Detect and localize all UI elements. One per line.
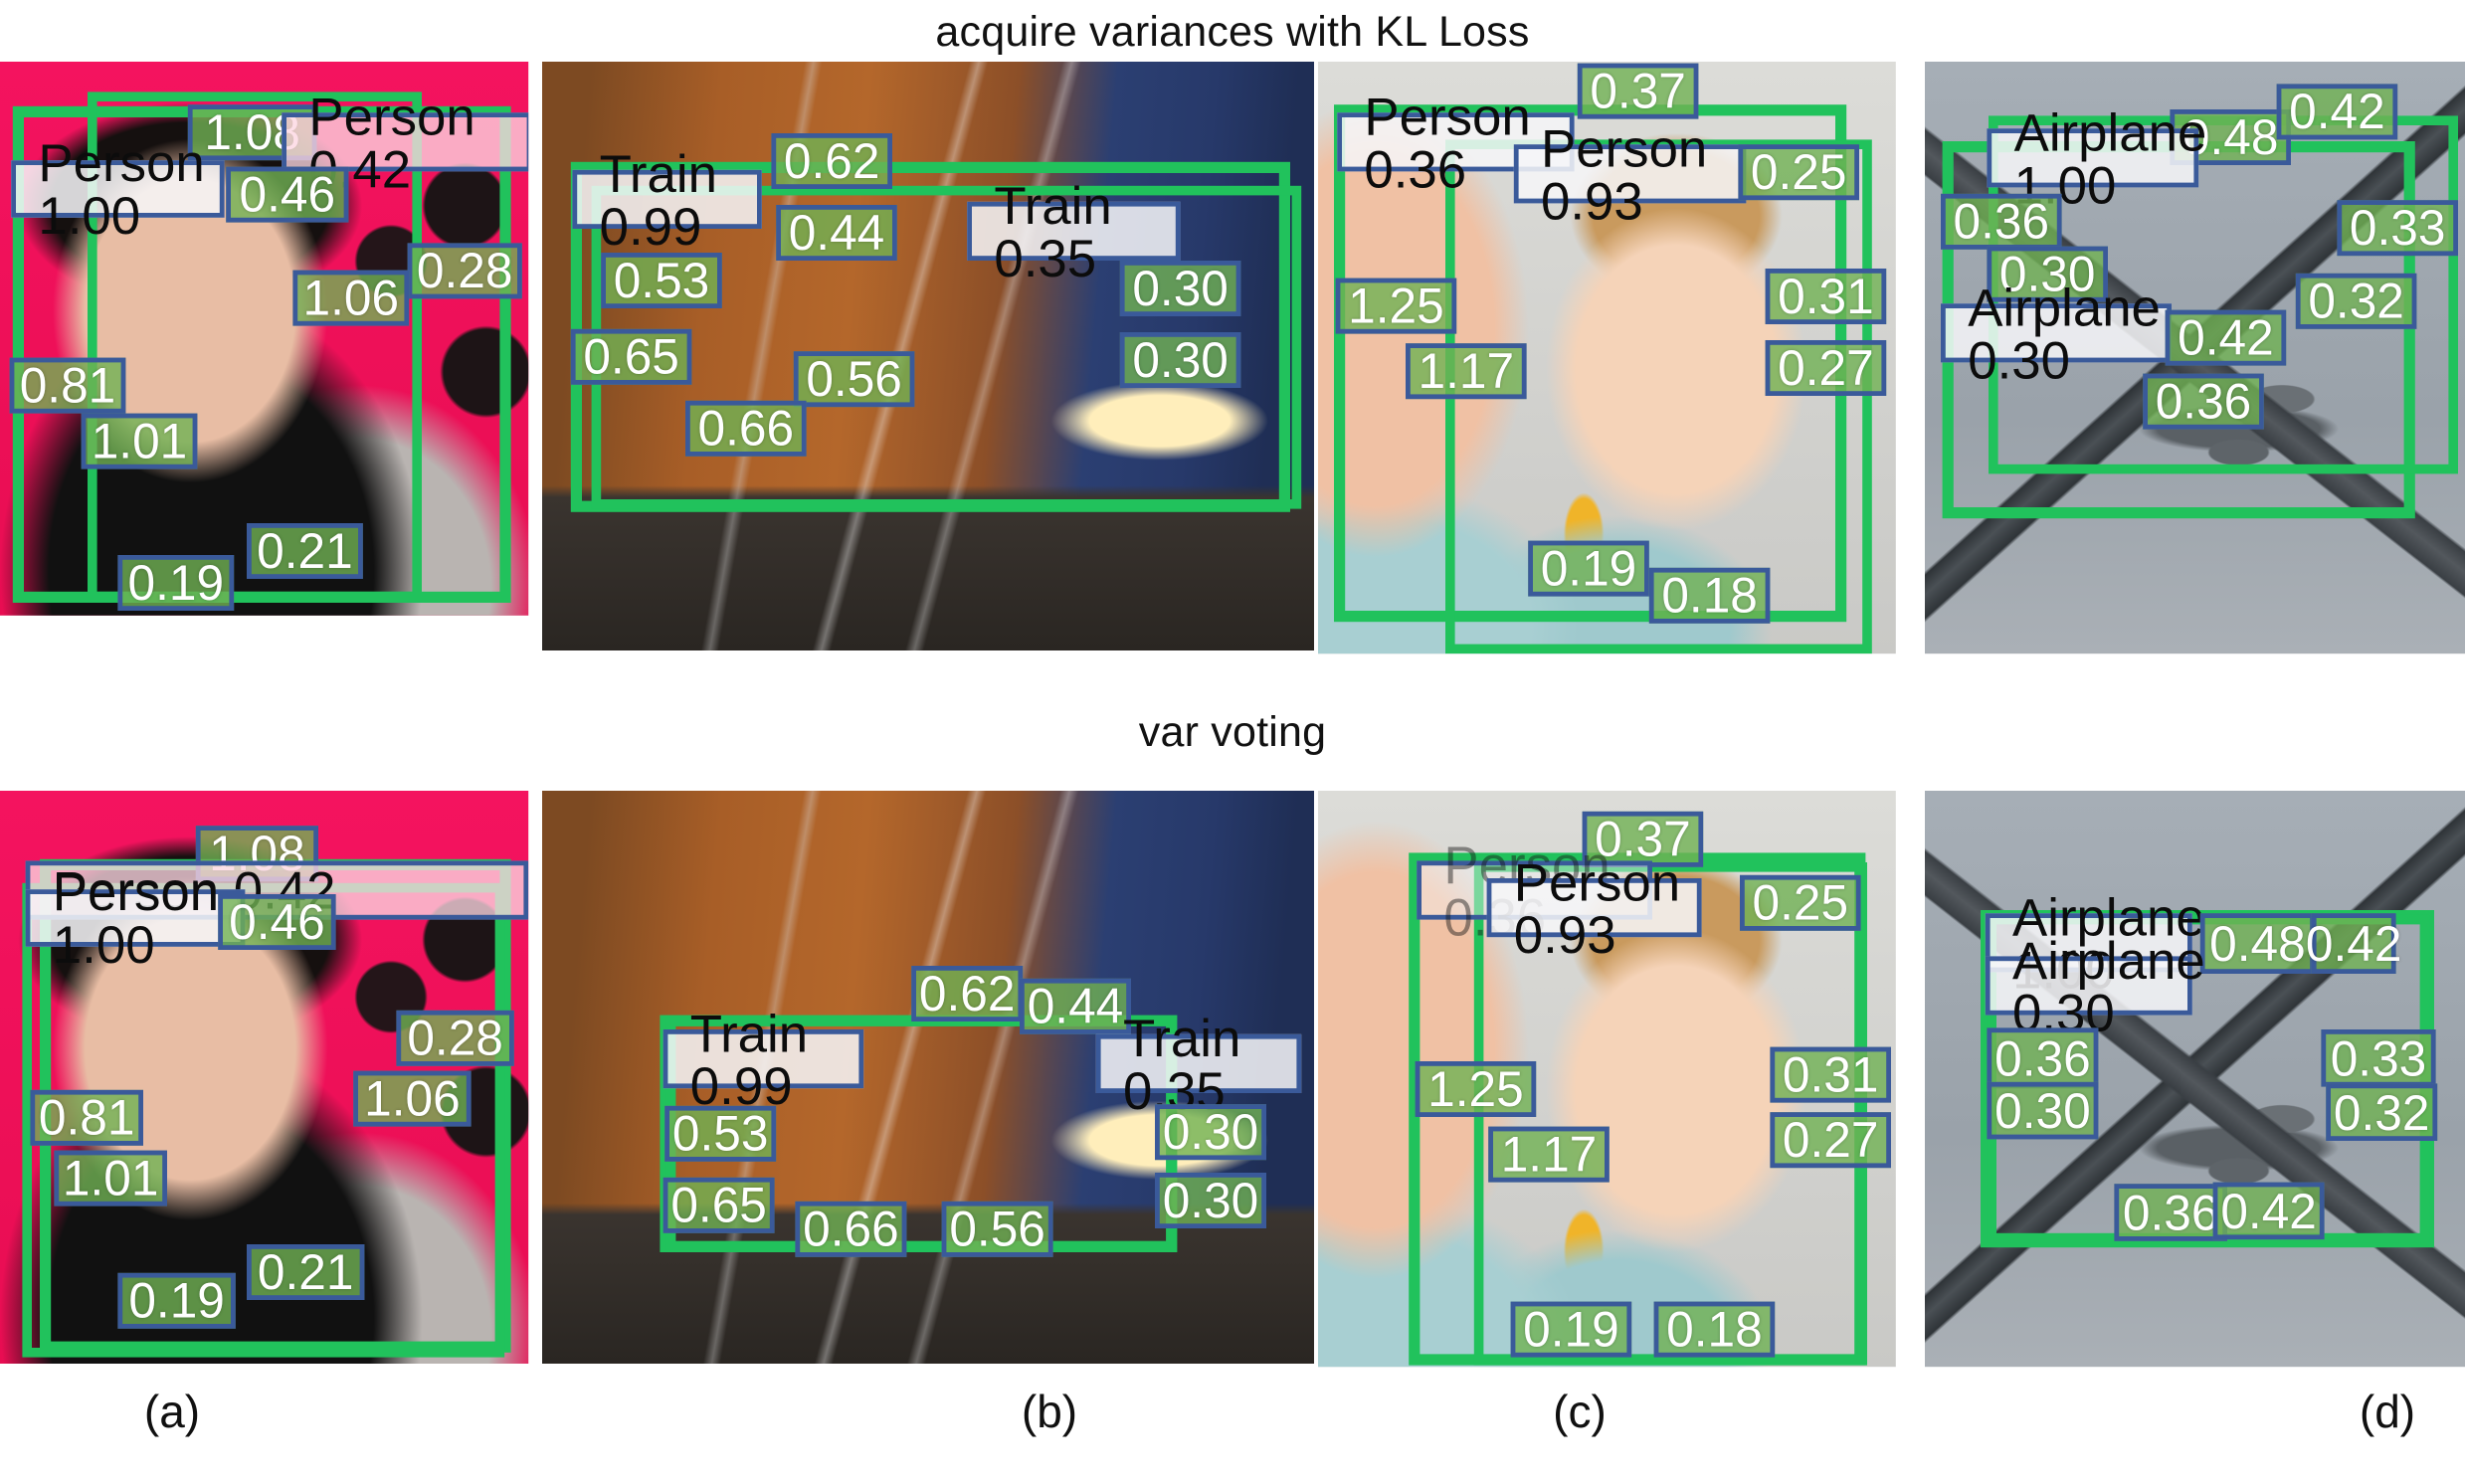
score-box: 0.27 xyxy=(1765,340,1887,396)
score-box: 0.56 xyxy=(941,1201,1053,1257)
label-box: Airplane 0.30 xyxy=(1985,933,2205,1038)
panel-bottom-b: 0.62 0.44 Train 0.99 Train 0.35 0.53 0.6… xyxy=(542,791,1314,1364)
score-box: 0.25 xyxy=(1738,144,1859,201)
score-box: 0.21 xyxy=(247,1244,365,1300)
score-box: 0.81 xyxy=(9,357,126,414)
score-box: 0.19 xyxy=(117,555,235,611)
panel-top-c: 0.37 Person 0.36 Person 0.93 0.25 1.25 1… xyxy=(1318,62,1896,654)
label-box: Person 1.00 xyxy=(11,136,225,242)
score-box: 0.31 xyxy=(1770,1046,1891,1103)
row-title-kl-loss: acquire variances with KL Loss xyxy=(935,8,1530,56)
score-box: 1.01 xyxy=(54,1150,167,1206)
label-box: Airplane 1.00 xyxy=(1987,105,2206,211)
label-box: Person 0.42 xyxy=(282,90,529,195)
score-box: 0.42 xyxy=(2212,1182,2325,1240)
score-box: 0.30 xyxy=(1155,1104,1266,1161)
score-box: 0.33 xyxy=(2321,1029,2436,1087)
score-box: 0.32 xyxy=(2326,1083,2438,1141)
caption-c: (c) xyxy=(1553,1386,1607,1437)
score-box: 0.30 xyxy=(1119,261,1241,316)
score-box: 0.46 xyxy=(226,166,349,223)
score-box: 0.65 xyxy=(663,1177,775,1233)
score-box: 0.28 xyxy=(407,243,522,299)
caption-d: (d) xyxy=(2359,1386,2416,1437)
label-box: Train 0.99 xyxy=(663,1007,864,1111)
score-box: 0.42 xyxy=(2165,309,2287,366)
score-box: 1.17 xyxy=(1406,343,1527,400)
score-box: 0.36 xyxy=(2143,373,2264,430)
panel-top-a: 1.08 Person 0.42 Person 1.00 0.46 0.28 1… xyxy=(0,62,529,616)
panel-bottom-c: 0.37 Person 0.36 Person 0.93 0.25 1.25 1… xyxy=(1318,791,1896,1368)
score-box: 0.18 xyxy=(1653,1301,1776,1358)
score-box: 0.62 xyxy=(771,133,892,189)
score-box: 1.17 xyxy=(1488,1126,1610,1183)
score-box: 0.81 xyxy=(30,1089,143,1146)
score-box: 0.28 xyxy=(396,1010,514,1066)
caption-b: (b) xyxy=(1021,1386,1078,1437)
panel-top-b: 0.62 Train 0.99 0.44 Train 0.35 0.53 0.6… xyxy=(542,62,1314,650)
score-box: 0.19 xyxy=(1510,1301,1632,1358)
score-box: 0.36 xyxy=(1987,1027,2099,1089)
score-box: 0.37 xyxy=(1577,63,1699,119)
score-box: 0.62 xyxy=(911,966,1024,1021)
score-box: 0.46 xyxy=(218,894,336,950)
score-box: 0.66 xyxy=(795,1201,907,1257)
score-box: 0.44 xyxy=(776,205,897,261)
score-box: 0.19 xyxy=(117,1272,236,1329)
label-box: Person 1.00 xyxy=(25,865,246,971)
label-box: Train 0.99 xyxy=(572,147,762,252)
score-box: 0.30 xyxy=(1987,1081,2099,1140)
label-box: Person 0.93 xyxy=(1513,121,1747,227)
score-box: 0.31 xyxy=(1765,269,1887,324)
score-box: 0.21 xyxy=(247,523,363,579)
score-box: 0.36 xyxy=(1941,193,2062,250)
panel-top-d: 0.48 0.42 Airplane 1.00 0.36 0.30 0.33 0… xyxy=(1925,62,2465,654)
score-box: 0.65 xyxy=(570,328,692,385)
score-box: 0.27 xyxy=(1770,1112,1891,1169)
label-box: Airplane 0.30 xyxy=(1941,280,2172,386)
score-box: 0.53 xyxy=(664,1105,777,1162)
score-box: 0.30 xyxy=(1155,1173,1266,1228)
score-box: 1.25 xyxy=(1415,1061,1537,1117)
score-box: 1.06 xyxy=(292,270,410,326)
label-box: Train 0.35 xyxy=(967,179,1181,283)
score-box: 0.48 xyxy=(2199,913,2315,974)
row-title-var-voting: var voting xyxy=(1138,708,1327,756)
score-box: 1.01 xyxy=(81,413,198,469)
label-box: Person 0.93 xyxy=(1486,855,1702,960)
caption-a: (a) xyxy=(143,1386,201,1437)
score-box: 0.30 xyxy=(1119,332,1241,388)
score-box: 0.42 xyxy=(2276,84,2398,140)
panel-bottom-d: Airplane 1.00 0.48 0.42 Airplane 0.30 0.… xyxy=(1925,791,2465,1368)
score-box: 0.56 xyxy=(793,351,915,408)
score-box: 1.06 xyxy=(353,1070,472,1127)
score-box: 0.32 xyxy=(2295,273,2417,329)
score-box: 0.18 xyxy=(1648,567,1771,624)
score-box: 0.25 xyxy=(1740,874,1861,931)
score-box: 0.33 xyxy=(2337,200,2458,257)
score-box: 0.42 xyxy=(2306,913,2401,974)
score-box: 0.66 xyxy=(685,400,807,457)
score-box: 0.44 xyxy=(1020,978,1131,1034)
label-box: Train 0.35 xyxy=(1095,1012,1302,1116)
score-box: 1.25 xyxy=(1335,278,1457,334)
panel-bottom-a: 1.08 Person 0.42 Person 1.00 0.46 0.28 1… xyxy=(0,791,529,1364)
score-box: 0.36 xyxy=(2114,1184,2227,1241)
score-box: 0.53 xyxy=(601,253,722,308)
score-box: 0.19 xyxy=(1528,540,1649,597)
